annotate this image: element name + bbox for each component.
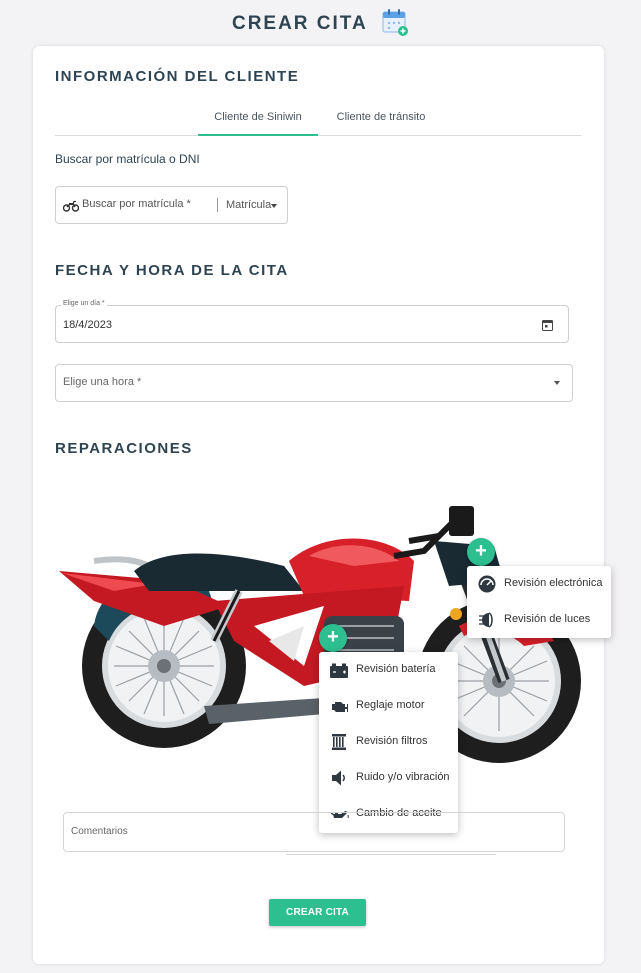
comments-divider xyxy=(286,854,496,855)
date-field[interactable]: Elige un día * 18/4/2023 xyxy=(55,300,569,343)
menu-item-battery-check[interactable]: Revisión batería xyxy=(319,652,458,688)
search-label: Buscar por matrícula o DNI xyxy=(55,152,200,166)
calendar-add-icon xyxy=(382,9,409,36)
repairs-section-title: REPARACIONES xyxy=(55,440,193,457)
comments-placeholder: Comentarios xyxy=(71,826,128,837)
plate-search-field[interactable]: Buscar por matrícula * Matrícula xyxy=(55,186,288,224)
motorcycle-icon xyxy=(63,200,79,212)
comments-field[interactable]: Comentarios xyxy=(63,812,565,852)
date-value[interactable]: 18/4/2023 xyxy=(63,319,112,331)
filter-icon xyxy=(332,734,346,750)
chevron-down-icon[interactable] xyxy=(271,204,277,208)
menu-item-label: Revisión batería xyxy=(356,663,436,675)
time-select[interactable]: Elige una hora * xyxy=(55,364,573,402)
menu-item-label: Reglaje motor xyxy=(356,699,425,711)
add-engine-repair-button[interactable]: + xyxy=(319,624,347,652)
headlight-icon xyxy=(479,612,493,628)
time-placeholder: Elige una hora * xyxy=(63,376,142,388)
page-title: CREAR CITA xyxy=(0,9,641,38)
chevron-down-icon[interactable] xyxy=(554,381,560,385)
add-front-repair-button[interactable]: + xyxy=(467,538,495,566)
menu-item-lights-check[interactable]: Revisión de luces xyxy=(467,602,611,638)
client-tabs: Cliente de Siniwin Cliente de tránsito xyxy=(55,98,581,136)
calendar-icon[interactable] xyxy=(542,319,553,331)
menu-item-noise-vibration[interactable]: Ruido y/o vibración xyxy=(319,760,458,796)
menu-item-label: Revisión filtros xyxy=(356,735,428,747)
menu-item-label: Ruido y/o vibración xyxy=(356,771,450,783)
battery-icon xyxy=(330,663,348,678)
appointment-card: INFORMACIÓN DEL CLIENTE Cliente de Siniw… xyxy=(33,46,611,964)
speaker-icon xyxy=(332,770,345,786)
date-section-title: FECHA Y HORA DE LA CITA xyxy=(55,262,289,279)
menu-item-engine-tuning[interactable]: Reglaje motor xyxy=(319,688,458,724)
menu-item-electronic-check[interactable]: Revisión electrónica xyxy=(467,566,611,602)
search-type-select[interactable]: Matrícula xyxy=(226,199,271,211)
search-input[interactable]: Buscar por matrícula * xyxy=(82,198,191,210)
tab-transit-client[interactable]: Cliente de tránsito xyxy=(321,98,441,136)
menu-item-label: Revisión electrónica xyxy=(504,577,603,589)
menu-item-label: Revisión de luces xyxy=(504,613,591,625)
create-appointment-button[interactable]: CREAR CITA xyxy=(269,899,366,926)
page-title-text: CREAR CITA xyxy=(231,13,368,34)
search-divider xyxy=(217,198,218,212)
front-repair-menu: Revisión electrónica Revisión de luces xyxy=(467,566,611,638)
engine-repair-menu: Revisión batería Reglaje motor Revisión … xyxy=(319,652,458,833)
date-field-label: Elige un día * xyxy=(61,300,107,307)
client-section-title: INFORMACIÓN DEL CLIENTE xyxy=(55,68,300,85)
speedometer-icon xyxy=(478,575,496,593)
tab-siniwin-client[interactable]: Cliente de Siniwin xyxy=(198,98,318,136)
engine-icon xyxy=(332,702,348,712)
menu-item-filter-check[interactable]: Revisión filtros xyxy=(319,724,458,760)
